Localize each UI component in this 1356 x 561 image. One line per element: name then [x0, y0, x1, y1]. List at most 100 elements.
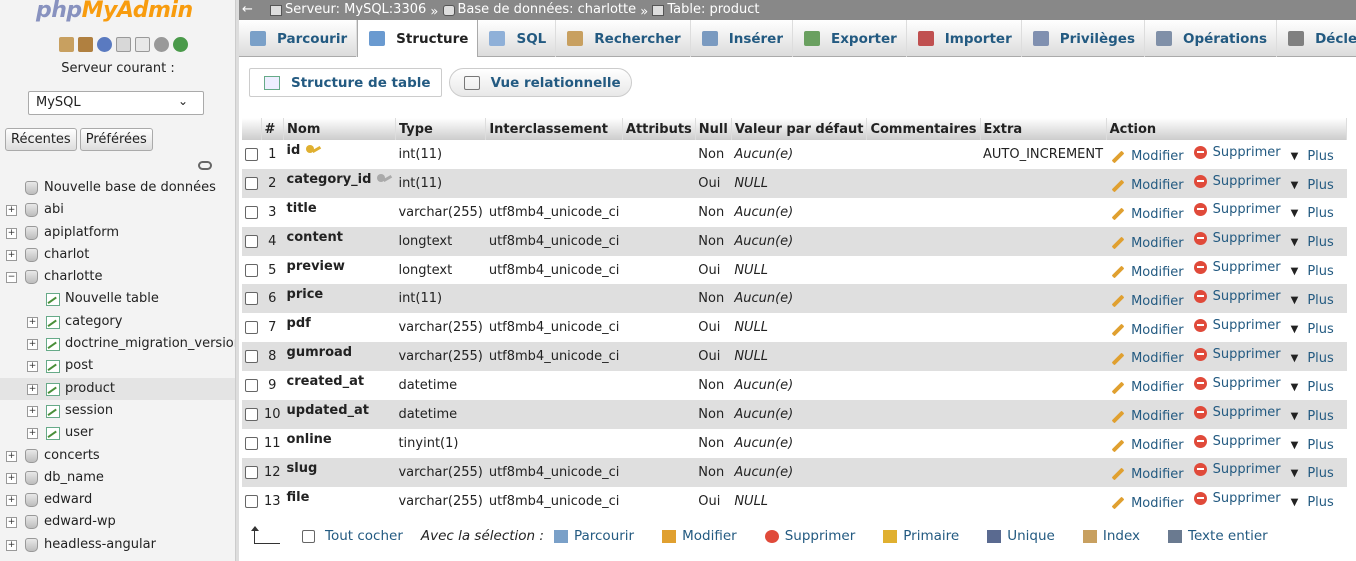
- tab-importer[interactable]: Importer: [907, 20, 1022, 57]
- expand-toggle-icon[interactable]: +: [6, 539, 17, 551]
- tab-inserer[interactable]: Insérer: [691, 20, 793, 57]
- expand-toggle-icon[interactable]: +: [6, 495, 17, 507]
- row-checkbox[interactable]: [245, 436, 258, 450]
- tree-item-edward-wp[interactable]: + edward-wp: [0, 511, 235, 533]
- delete-link[interactable]: Supprimer: [1193, 202, 1281, 217]
- more-dropdown[interactable]: ▼ Plus: [1291, 466, 1334, 481]
- expand-toggle-icon[interactable]: +: [27, 316, 38, 328]
- docs-icon[interactable]: [116, 37, 131, 52]
- delete-link[interactable]: Supprimer: [1193, 376, 1281, 391]
- more-dropdown[interactable]: ▼ Plus: [1291, 322, 1334, 337]
- modify-link[interactable]: Modifier: [1109, 351, 1184, 366]
- tree-item-nouvelle-base-de-donn-es[interactable]: Nouvelle base de données: [0, 177, 235, 199]
- breadcrumb-server[interactable]: Serveur: MySQL:3306: [270, 0, 426, 20]
- tree-item-apiplatform[interactable]: + apiplatform: [0, 222, 235, 244]
- link-icon[interactable]: [198, 161, 212, 170]
- breadcrumb-database[interactable]: Base de données: charlotte: [442, 0, 636, 20]
- modify-link[interactable]: Modifier: [1109, 149, 1184, 164]
- more-dropdown[interactable]: ▼ Plus: [1291, 351, 1334, 366]
- modify-link[interactable]: Modifier: [1109, 409, 1184, 424]
- tree-item-user[interactable]: + user: [0, 422, 235, 444]
- subtab-table-structure[interactable]: Structure de table: [249, 68, 442, 97]
- tab-operations[interactable]: Opérations: [1145, 20, 1278, 57]
- more-dropdown[interactable]: ▼ Plus: [1291, 206, 1334, 221]
- help-icon[interactable]: [97, 37, 112, 52]
- bulk-primaire-button[interactable]: Primaire: [883, 528, 959, 544]
- tree-item-product[interactable]: + product: [0, 377, 235, 400]
- column-header[interactable]: Nom: [283, 118, 396, 140]
- bulk-parcourir-button[interactable]: Parcourir: [553, 528, 634, 544]
- tree-item-post[interactable]: + post: [0, 355, 235, 377]
- more-dropdown[interactable]: ▼ Plus: [1291, 149, 1334, 164]
- home-icon[interactable]: [59, 37, 74, 52]
- modify-link[interactable]: Modifier: [1109, 380, 1184, 395]
- bulk-index-button[interactable]: Index: [1082, 528, 1140, 544]
- tree-item-session[interactable]: + session: [0, 400, 235, 422]
- modify-link[interactable]: Modifier: [1109, 323, 1184, 338]
- expand-toggle-icon[interactable]: +: [27, 361, 38, 373]
- delete-link[interactable]: Supprimer: [1193, 347, 1281, 362]
- more-dropdown[interactable]: ▼ Plus: [1291, 409, 1334, 424]
- tree-item-concerts[interactable]: + concerts: [0, 445, 235, 467]
- expand-toggle-icon[interactable]: +: [27, 428, 38, 440]
- tree-item-doctrine-migration-versions[interactable]: + doctrine_migration_versions: [0, 333, 235, 355]
- row-checkbox[interactable]: [245, 292, 258, 306]
- more-dropdown[interactable]: ▼ Plus: [1291, 438, 1334, 453]
- expand-toggle-icon[interactable]: +: [6, 249, 17, 261]
- row-checkbox[interactable]: [245, 379, 258, 393]
- expand-toggle-icon[interactable]: +: [6, 227, 17, 239]
- row-checkbox[interactable]: [245, 263, 258, 277]
- expand-toggle-icon[interactable]: +: [6, 472, 17, 484]
- settings-icon[interactable]: [154, 37, 169, 52]
- modify-link[interactable]: Modifier: [1109, 207, 1184, 222]
- delete-link[interactable]: Supprimer: [1193, 462, 1281, 477]
- delete-link[interactable]: Supprimer: [1193, 260, 1281, 275]
- tree-item-charlot[interactable]: + charlot: [0, 244, 235, 266]
- tab-structure[interactable]: Structure: [357, 20, 479, 57]
- expand-toggle-icon[interactable]: +: [6, 450, 17, 462]
- delete-link[interactable]: Supprimer: [1193, 491, 1281, 506]
- delete-link[interactable]: Supprimer: [1193, 405, 1281, 420]
- expand-toggle-icon[interactable]: +: [6, 205, 17, 217]
- tree-item-db-name[interactable]: + db_name: [0, 467, 235, 489]
- delete-link[interactable]: Supprimer: [1193, 318, 1281, 333]
- breadcrumb-table[interactable]: Table: product: [652, 0, 760, 20]
- reload-icon[interactable]: [173, 37, 188, 52]
- delete-link[interactable]: Supprimer: [1193, 289, 1281, 304]
- tab-parcourir[interactable]: Parcourir: [239, 20, 358, 57]
- check-all-checkbox[interactable]: [302, 529, 315, 543]
- column-header[interactable]: Attributs: [622, 118, 696, 140]
- column-header[interactable]: Interclassement: [485, 118, 623, 140]
- row-checkbox[interactable]: [245, 350, 258, 364]
- server-select[interactable]: MySQL ⌄: [28, 91, 204, 115]
- more-dropdown[interactable]: ▼ Plus: [1291, 264, 1334, 279]
- row-checkbox[interactable]: [245, 234, 258, 248]
- expand-toggle-icon[interactable]: −: [6, 272, 17, 284]
- back-arrow-icon[interactable]: ←: [242, 0, 253, 20]
- row-checkbox[interactable]: [245, 147, 258, 161]
- row-checkbox[interactable]: [245, 465, 258, 479]
- bulk-texte-entier-button[interactable]: Texte entier: [1168, 528, 1268, 544]
- column-header[interactable]: Null: [695, 118, 732, 140]
- delete-link[interactable]: Supprimer: [1193, 434, 1281, 449]
- bulk-supprimer-button[interactable]: Supprimer: [764, 528, 855, 544]
- tab-privileges[interactable]: Privilèges: [1022, 20, 1145, 57]
- column-header[interactable]: Extra: [980, 118, 1107, 140]
- row-checkbox[interactable]: [245, 494, 258, 508]
- tree-item-headless-angular[interactable]: + headless-angular: [0, 534, 235, 556]
- row-checkbox[interactable]: [245, 407, 258, 421]
- delete-link[interactable]: Supprimer: [1193, 145, 1281, 160]
- modify-link[interactable]: Modifier: [1109, 236, 1184, 251]
- more-dropdown[interactable]: ▼ Plus: [1291, 495, 1334, 510]
- exit-icon[interactable]: [78, 37, 93, 52]
- modify-link[interactable]: Modifier: [1109, 496, 1184, 511]
- tree-item-nouvelle-table[interactable]: Nouvelle table: [0, 288, 235, 310]
- modify-link[interactable]: Modifier: [1109, 265, 1184, 280]
- tree-item-abi[interactable]: + abi: [0, 199, 235, 221]
- column-header[interactable]: Commentaires: [866, 118, 981, 140]
- tab-exporter[interactable]: Exporter: [793, 20, 907, 57]
- expand-toggle-icon[interactable]: +: [6, 517, 17, 529]
- column-header[interactable]: Type: [395, 118, 487, 140]
- row-checkbox[interactable]: [245, 205, 258, 219]
- favorites-tab[interactable]: Préférées: [79, 128, 153, 151]
